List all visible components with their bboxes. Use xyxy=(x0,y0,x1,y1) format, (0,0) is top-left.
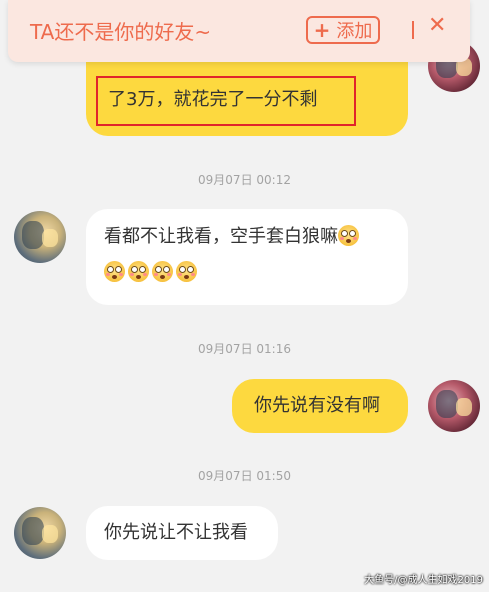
close-icon[interactable]: ✕ xyxy=(428,15,446,37)
timestamp: 09月07日 01:50 xyxy=(198,469,291,483)
message-text: 看都不让我看，空手套白狼嘛 xyxy=(104,226,338,247)
watermark: 大鱼号/@成人生如戏2019 xyxy=(364,575,483,586)
message-text: 你先说让不让我看 xyxy=(104,522,248,543)
add-friend-label: 添加 xyxy=(336,21,373,42)
highlight-box xyxy=(96,76,356,126)
add-friend-button[interactable]: + 添加 xyxy=(306,16,380,44)
not-friend-banner: TA还不是你的好友~ + 添加 ✕ xyxy=(8,0,470,62)
contact-avatar[interactable] xyxy=(14,507,66,559)
not-friend-notice: TA还不是你的好友~ xyxy=(30,20,212,44)
plus-icon: + xyxy=(313,18,331,42)
message-bubble-incoming[interactable]: 你先说让不让我看 xyxy=(86,506,278,560)
flushed-face-icon xyxy=(128,261,149,282)
my-avatar[interactable] xyxy=(428,380,480,432)
message-bubble-outgoing[interactable]: 你先说有没有啊 xyxy=(232,379,408,433)
timestamp: 09月07日 00:12 xyxy=(198,173,291,187)
timestamp: 09月07日 01:16 xyxy=(198,342,291,356)
flushed-face-icon xyxy=(104,261,125,282)
message-text: 你先说有没有啊 xyxy=(254,395,380,416)
flushed-face-icon xyxy=(176,261,197,282)
banner-divider xyxy=(412,21,414,39)
contact-avatar[interactable] xyxy=(14,211,66,263)
message-bubble-incoming[interactable]: 看都不让我看，空手套白狼嘛 xyxy=(86,209,408,305)
flushed-face-icon xyxy=(152,261,173,282)
flushed-face-icon xyxy=(338,225,359,246)
